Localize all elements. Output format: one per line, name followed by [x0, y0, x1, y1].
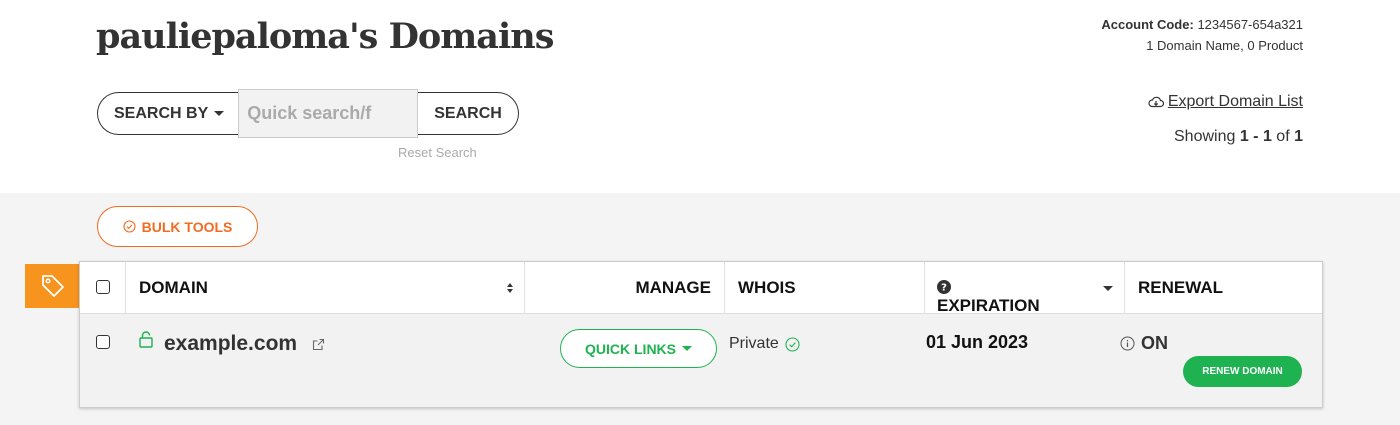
- column-whois-label: WHOIS: [738, 278, 796, 297]
- column-manage-label: MANAGE: [635, 278, 711, 297]
- chevron-down-icon: [682, 346, 692, 351]
- tag-badge: [25, 264, 80, 308]
- search-button[interactable]: SEARCH: [418, 92, 519, 135]
- renew-domain-button[interactable]: RENEW DOMAIN: [1183, 356, 1302, 387]
- column-renewal: RENEWAL: [1124, 262, 1322, 314]
- column-expiration[interactable]: EXPIRATION ?: [924, 262, 1124, 315]
- search-by-label: SEARCH BY: [114, 104, 209, 122]
- renewal-value: ON: [1141, 333, 1168, 353]
- column-expiration-heading: EXPIRATION ?: [937, 280, 1040, 315]
- showing-range: 1 - 1: [1239, 128, 1272, 145]
- tag-icon: [41, 275, 64, 297]
- bulk-tools-label: BULK TOOLS: [141, 218, 233, 235]
- domain-list-section: BULK TOOLS DOMAIN MANAGE WHOIS EXPIRATIO…: [0, 193, 1400, 425]
- showing-of: of: [1276, 128, 1290, 145]
- account-summary: 1 Domain Name, 0 Product: [1146, 38, 1303, 53]
- column-whois: WHOIS: [724, 262, 924, 314]
- chevron-down-icon: [214, 111, 225, 116]
- search-by-dropdown[interactable]: SEARCH BY: [97, 92, 239, 135]
- domain-name-link[interactable]: example.com: [164, 332, 297, 356]
- cloud-download-icon: [1148, 96, 1164, 108]
- reset-search-link[interactable]: Reset Search: [398, 145, 477, 160]
- account-code-line: Account Code: 1234567-654a321: [1101, 14, 1303, 35]
- lock-icon: [139, 331, 153, 348]
- select-all-checkbox[interactable]: [96, 280, 110, 294]
- account-code-label: Account Code:: [1101, 17, 1194, 32]
- showing-prefix: Showing: [1174, 128, 1236, 145]
- expiration-date: 01 Jun 2023: [926, 332, 1029, 352]
- check-circle-icon: [785, 336, 800, 352]
- table-header: DOMAIN MANAGE WHOIS EXPIRATION ? RENEWAL: [80, 262, 1322, 315]
- whois-status: Private: [729, 335, 800, 353]
- bulk-tools-button[interactable]: BULK TOOLS: [97, 206, 258, 247]
- external-link-icon[interactable]: [312, 338, 325, 351]
- help-icon[interactable]: ?: [937, 280, 951, 294]
- domain-table: DOMAIN MANAGE WHOIS EXPIRATION ? RENEWAL…: [79, 261, 1323, 408]
- account-code-value: 1234567-654a321: [1197, 17, 1303, 32]
- page-title: pauliepaloma's Domains: [96, 16, 554, 57]
- sort-icon: [507, 283, 513, 293]
- column-domain[interactable]: DOMAIN: [125, 262, 524, 314]
- export-label: Export Domain List: [1167, 93, 1303, 110]
- quick-search-input[interactable]: [238, 89, 419, 138]
- quick-links-button[interactable]: QUICK LINKS: [560, 329, 717, 368]
- column-domain-label: DOMAIN: [139, 278, 208, 297]
- column-manage: MANAGE: [524, 262, 724, 314]
- page-header: pauliepaloma's Domains SEARCH BY SEARCH …: [0, 0, 1400, 193]
- chevron-down-icon: [1103, 286, 1113, 291]
- svg-text:?: ?: [941, 283, 947, 294]
- info-icon[interactable]: [1120, 336, 1135, 351]
- renewal-status: ON: [1120, 333, 1168, 354]
- export-domain-list-link[interactable]: Export Domain List: [1148, 93, 1303, 111]
- quick-links-label: QUICK LINKS: [585, 340, 676, 357]
- column-expiration-label: EXPIRATION: [937, 296, 1040, 315]
- whois-value: Private: [729, 335, 779, 352]
- showing-total: 1: [1294, 128, 1303, 145]
- column-renewal-label: RENEWAL: [1138, 278, 1223, 297]
- search-bar: SEARCH BY SEARCH: [97, 89, 519, 138]
- row-checkbox[interactable]: [96, 335, 110, 349]
- showing-count: Showing 1 - 1 of 1: [1174, 128, 1303, 146]
- check-circle-icon: [123, 220, 136, 233]
- account-info: Account Code: 1234567-654a321 1 Domain N…: [1101, 14, 1303, 56]
